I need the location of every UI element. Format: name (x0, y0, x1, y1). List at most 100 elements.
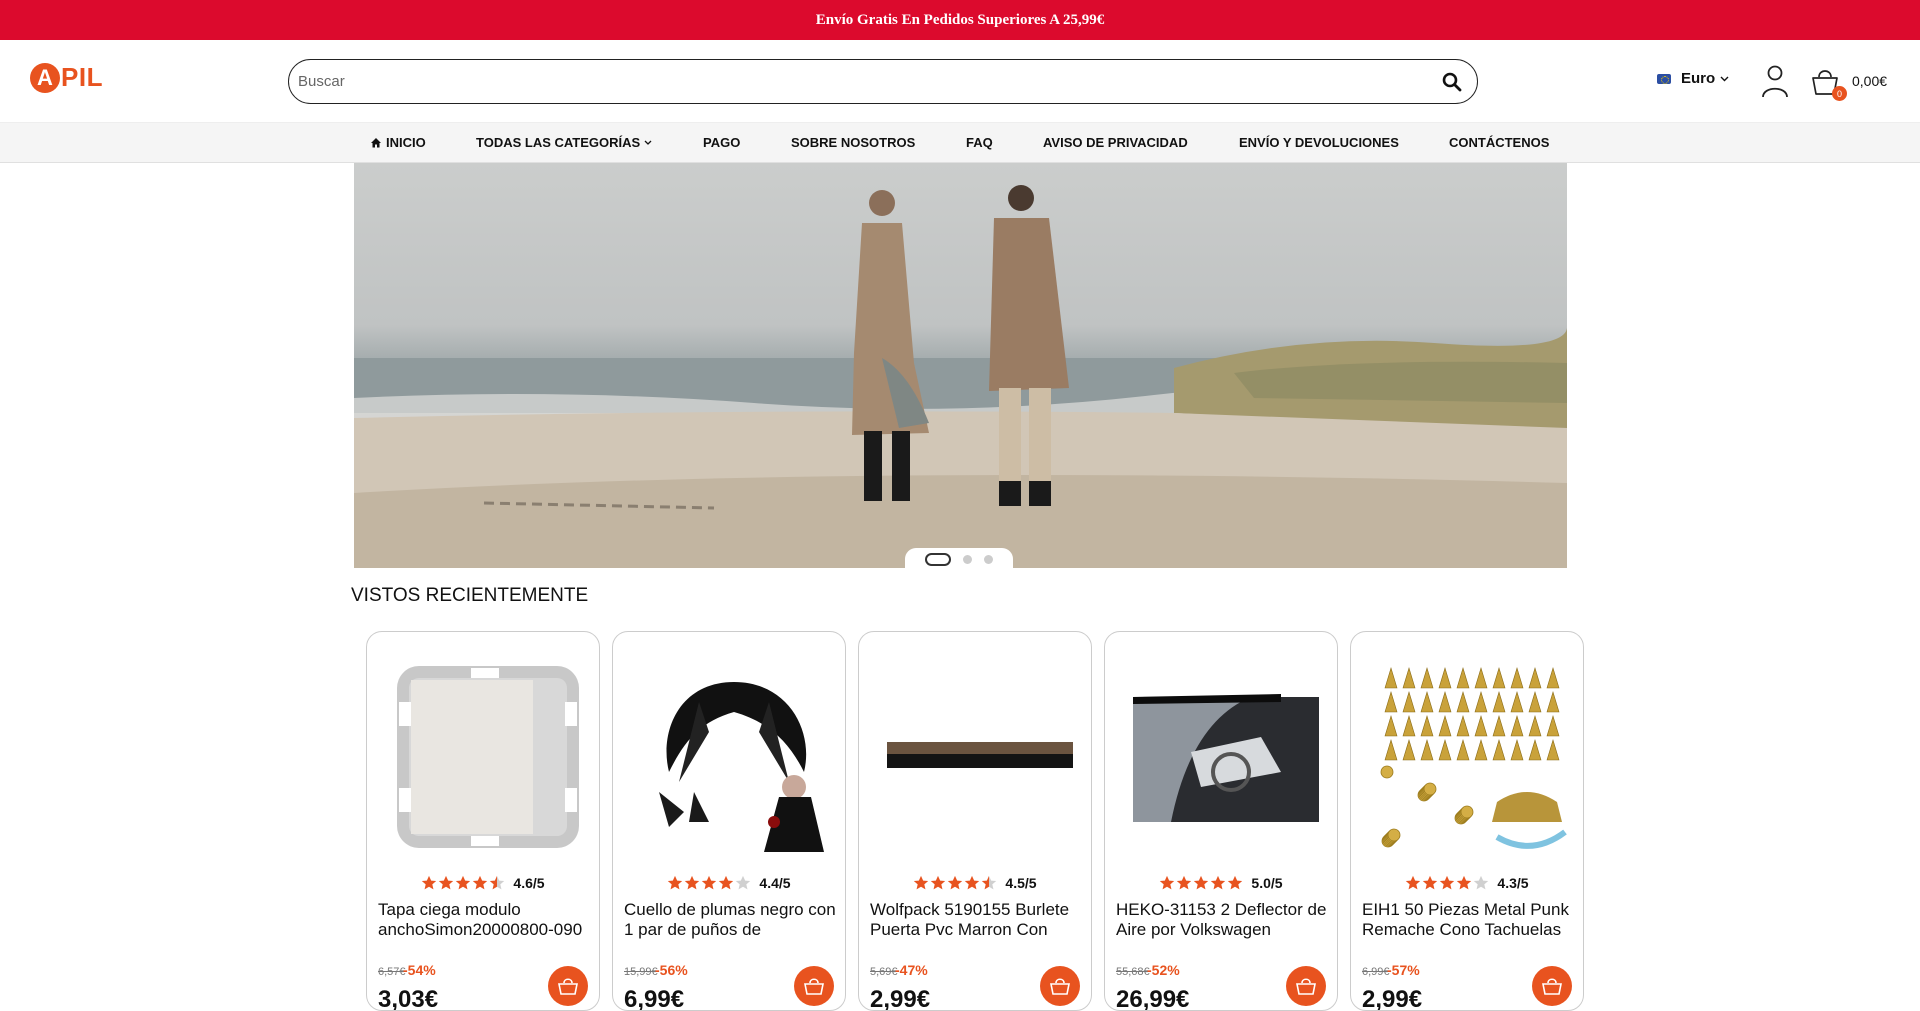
currency-label: Euro (1681, 70, 1716, 87)
nav-item-contactenos[interactable]: CONTÁCTENOS (1449, 135, 1549, 150)
old-price: 6,99€ (1362, 966, 1390, 978)
nav-item-label: AVISO DE PRIVACIDAD (1043, 135, 1188, 150)
star-icon (1160, 875, 1175, 890)
cart-count-badge: 0 (1832, 86, 1847, 101)
home-icon (371, 138, 381, 148)
basket-icon (1542, 978, 1562, 995)
nav-item-label: SOBRE NOSOTROS (791, 135, 916, 150)
rating-stars (913, 875, 997, 891)
discount-badge: -52% (1147, 962, 1180, 978)
rating-stars (667, 875, 751, 891)
product-card[interactable]: 5.0/5 HEKO-31153 2 Deflector de Aire por… (1104, 631, 1338, 1011)
product-price: 2,99€ (870, 986, 931, 1011)
star-icon (719, 875, 734, 890)
logo[interactable]: A PIL (30, 62, 103, 93)
add-to-cart-button[interactable] (1286, 966, 1326, 1006)
product-title[interactable]: Wolfpack 5190155 Burlete Puerta Pvc Marr… (870, 900, 1085, 940)
star-icon (685, 875, 700, 890)
nav-item-pago[interactable]: PAGO (703, 135, 740, 150)
product-card[interactable]: 4.6/5 Tapa ciega modulo anchoSimon200008… (366, 631, 600, 1011)
product-price: 26,99€ (1116, 986, 1190, 1011)
promo-banner: Envío Gratis En Pedidos Superiores A 25,… (0, 0, 1920, 40)
search-icon (1442, 72, 1462, 91)
rating-value: 4.5/5 (1005, 875, 1037, 891)
star-icon (982, 875, 997, 890)
eu-flag-icon (1657, 73, 1671, 84)
hero-slide-image (354, 185, 1567, 568)
star-icon (1228, 875, 1243, 890)
product-title[interactable]: EIH1 50 Piezas Metal Punk Remache Cono T… (1362, 900, 1577, 940)
search-button[interactable] (1427, 60, 1477, 103)
star-icon (1474, 875, 1489, 890)
add-to-cart-button[interactable] (1532, 966, 1572, 1006)
user-account-icon[interactable] (1760, 64, 1790, 98)
product-image (1133, 694, 1319, 822)
star-icon (1177, 875, 1192, 890)
search-bar (288, 59, 1478, 104)
star-icon (456, 875, 471, 890)
product-rating: 4.6/5 (367, 875, 599, 891)
nav-item-label: ENVÍO Y DEVOLUCIONES (1239, 135, 1399, 150)
slide-dot-2[interactable] (963, 554, 972, 564)
product-rating: 5.0/5 (1105, 875, 1337, 891)
product-image (887, 742, 1073, 768)
product-title[interactable]: HEKO-31153 2 Deflector de Aire por Volks… (1116, 900, 1331, 940)
product-rating: 4.4/5 (613, 875, 845, 891)
rating-stars (1405, 875, 1489, 891)
promo-text: Envío Gratis En Pedidos Superiores A 25,… (815, 11, 1105, 28)
slide-dot-3[interactable] (984, 554, 993, 564)
nav-item-inicio[interactable]: INICIO (370, 135, 426, 150)
star-icon (473, 875, 488, 890)
logo-mark: A (30, 62, 60, 93)
add-to-cart-button[interactable] (1040, 966, 1080, 1006)
currency-selector[interactable]: Euro (1657, 70, 1729, 87)
rating-value: 4.4/5 (759, 875, 791, 891)
nav-item-label: CONTÁCTENOS (1449, 135, 1550, 150)
nav-item-privacidad[interactable]: AVISO DE PRIVACIDAD (1043, 135, 1188, 150)
cart-total[interactable]: 0,00€ (1852, 73, 1887, 89)
star-icon (965, 875, 980, 890)
product-rating: 4.3/5 (1351, 875, 1583, 891)
nav-item-categorias[interactable]: TODAS LAS CATEGORÍAS (476, 135, 652, 150)
add-to-cart-button[interactable] (548, 966, 588, 1006)
nav-item-label: PAGO (703, 135, 741, 150)
search-input[interactable] (289, 60, 1427, 103)
rating-stars (421, 875, 505, 891)
nav-item-sobre-nosotros[interactable]: SOBRE NOSOTROS (791, 135, 915, 150)
star-icon (736, 875, 751, 890)
product-image (1380, 666, 1567, 849)
star-icon (948, 875, 963, 890)
star-icon (439, 875, 454, 890)
star-icon (931, 875, 946, 890)
nav-item-envio[interactable]: ENVÍO Y DEVOLUCIONES (1239, 135, 1399, 150)
rating-stars (1159, 875, 1243, 891)
product-card[interactable]: 4.3/5 EIH1 50 Piezas Metal Punk Remache … (1350, 631, 1584, 1011)
hero-slider[interactable] (354, 163, 1567, 568)
product-card[interactable]: 4.4/5 Cuello de plumas negro con 1 par d… (612, 631, 846, 1011)
star-icon (914, 875, 929, 890)
star-icon (1457, 875, 1472, 890)
product-title[interactable]: Cuello de plumas negro con 1 par de puño… (624, 900, 839, 940)
product-card[interactable]: 4.5/5 Wolfpack 5190155 Burlete Puerta Pv… (858, 631, 1092, 1011)
product-image (397, 666, 579, 848)
product-title[interactable]: Tapa ciega modulo anchoSimon20000800-090 (378, 900, 593, 940)
main-navigation: INICIO TODAS LAS CATEGORÍAS PAGO SOBRE N… (0, 122, 1920, 163)
rating-value: 4.6/5 (513, 875, 545, 891)
product-rating: 4.5/5 (859, 875, 1091, 891)
old-price: 6,57€ (378, 966, 406, 978)
star-icon (422, 875, 437, 890)
nav-item-label: INICIO (386, 135, 426, 150)
header: A PIL Euro (0, 40, 1920, 122)
basket-icon (1296, 978, 1316, 995)
star-icon (668, 875, 683, 890)
nav-item-faq[interactable]: FAQ (966, 135, 993, 150)
nav-item-label: TODAS LAS CATEGORÍAS (476, 135, 641, 150)
star-icon (702, 875, 717, 890)
basket-icon (1050, 978, 1070, 995)
discount-badge: -56% (655, 962, 688, 978)
old-price: 55,68€ (1116, 966, 1150, 978)
basket-icon (804, 978, 824, 995)
slide-dot-1[interactable] (925, 552, 951, 566)
add-to-cart-button[interactable] (794, 966, 834, 1006)
star-icon (1406, 875, 1421, 890)
